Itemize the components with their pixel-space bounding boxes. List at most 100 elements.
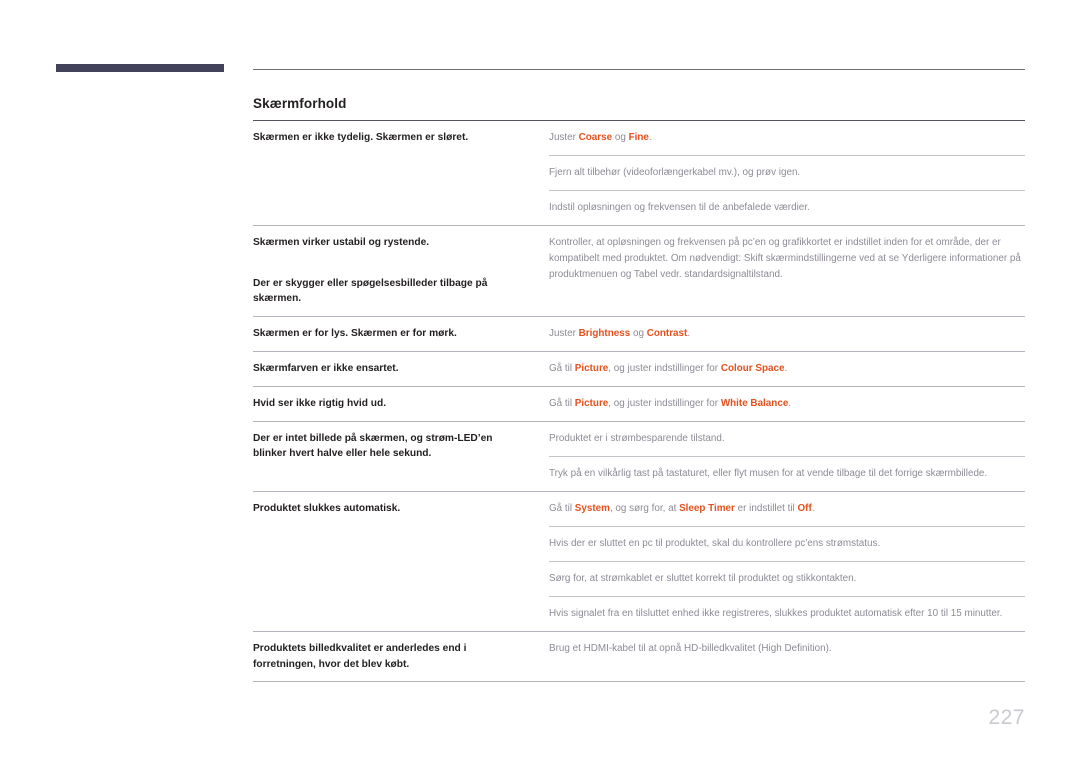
remedy-cell: Gå til Picture, og juster indstillinger … [549,350,1025,387]
symptom-text: Der er intet billede på skærmen, og strø… [253,432,493,460]
remedy-cell: Gå til Picture, og juster indstillinger … [549,385,1025,422]
table-row: Der er intet billede på skærmen, og strø… [253,420,1025,492]
remedy-text: Sørg for, at strømkablet er sluttet korr… [549,560,1025,597]
remedy-text: Juster Coarse og Fine. [549,121,1025,156]
remedy-text-run: Brug et HDMI-kabel til at opnå HD-billed… [549,643,832,655]
remedy-text: Gå til Picture, og juster indstillinger … [549,352,1025,386]
table-row: Hvid ser ikke rigtig hvid ud. Gå til Pict… [253,385,1025,422]
remedy-text: Kontroller, at opløsningen og frekvensen… [549,226,1025,292]
remedy-row: Kontroller, at opløsningen og frekvensen… [549,226,1025,292]
remedy-text: Indstil opløsningen og frekvensen til de… [549,190,1025,226]
symptom-text: Skærmen er ikke tydelig. Skærmen er slør… [253,132,469,143]
remedy-text-run: . [788,397,792,409]
symptom-text: Produktet slukkes automatisk. [253,502,401,514]
remedy-cell: Juster Coarse og Fine. Fjern alt tilbehør… [549,121,1025,226]
symptom-cell: Skærmfarven er ikke ensartet. [253,350,549,387]
remedy-row: Sørg for, at strømkablet er sluttet korr… [549,560,1025,597]
menu-term: Picture [574,397,609,409]
remedy-text-run: Gå til [549,362,575,374]
remedy-cell: Gå til System, og sørg for, at Sleep Tim… [549,490,1025,632]
menu-term: System [574,502,610,514]
remedy-list: Juster Coarse og Fine. Fjern alt tilbehør… [549,121,1025,226]
remedy-text-run: Juster [549,132,579,143]
symptom-text: Skærmen er for lys. Skærmen er for mørk. [253,327,457,339]
menu-term: Contrast [646,327,688,339]
remedy-text-run: Sørg for, at strømkablet er sluttet korr… [549,572,857,584]
remedy-text-run: . [811,502,815,514]
remedy-text-run: Fjern alt tilbehør (videoforlængerkabel … [549,167,801,179]
remedy-row: Hvis signalet fra en tilsluttet enhed ik… [549,596,1025,632]
symptom-cell: Skærmen er ikke tydelig. Skærmen er slør… [253,121,549,226]
remedy-text: Gå til Picture, og juster indstillinger … [549,387,1025,421]
remedy-row: Brug et HDMI-kabel til at opnå HD-billed… [549,632,1025,666]
remedy-list: Gå til System, og sørg for, at Sleep Tim… [549,492,1025,632]
remedy-list: Gå til Picture, og juster indstillinger … [549,352,1025,386]
remedy-list: Juster Brightness og Contrast. [549,317,1025,351]
remedy-text-run: , og juster indstillinger for [608,397,721,409]
remedy-text: Hvis signalet fra en tilsluttet enhed ik… [549,596,1025,632]
table-row: Skærmen er for lys. Skærmen er for mørk.… [253,315,1025,352]
menu-term: Fine [628,132,649,143]
menu-term: Picture [574,362,609,374]
symptom-cell: Produktets billedkvalitet er anderledes … [253,631,549,682]
remedy-row: Gå til Picture, og juster indstillinger … [549,387,1025,421]
remedy-text-run: , og sørg for, at [609,502,680,514]
menu-term: Coarse [578,132,613,143]
remedy-text-run: og [612,132,629,143]
remedy-text-run: . [784,362,788,374]
symptom-cell: Skærmen virker ustabil og rystende. Der e… [253,225,549,317]
remedy-text-run: . [648,132,652,143]
symptom-cell: Skærmen er for lys. Skærmen er for mørk. [253,315,549,352]
symptom-cell: Der er intet billede på skærmen, og strø… [253,420,549,492]
remedy-text: Brug et HDMI-kabel til at opnå HD-billed… [549,632,1025,666]
remedy-text-run: Gå til [549,397,575,409]
remedy-text-run: og [630,327,647,339]
remedy-text: Hvis der er sluttet en pc til produktet,… [549,525,1025,562]
remedy-text: Fjern alt tilbehør (videoforlængerkabel … [549,155,1025,191]
page-content: Skærmforhold Skærmen er ikke tydelig. Sk… [253,0,1025,683]
page-title: Skærmforhold [253,96,347,111]
symptom-text: Der er skygger eller spøgelsesbilleder t… [253,277,488,305]
menu-term: White Balance [720,397,789,409]
table-row: Skærmfarven er ikke ensartet. Gå til Pict… [253,350,1025,387]
table-row: Skærmen virker ustabil og rystende. Der e… [253,225,1025,317]
remedy-text-run: er indstillet til [734,502,798,514]
remedy-row: Indstil opløsningen og frekvensen til de… [549,190,1025,226]
remedy-list: Gå til Picture, og juster indstillinger … [549,387,1025,421]
remedy-text-run: Gå til [549,502,575,514]
remedy-cell: Produktet er i strømbesparende tilstand.… [549,420,1025,492]
remedy-text-run: Hvis signalet fra en tilsluttet enhed ik… [549,608,1003,620]
header-rule [253,69,1025,70]
menu-term: Colour Space [720,362,785,374]
remedy-row: Tryk på en vilkårlig tast på tastaturet,… [549,455,1025,491]
remedy-text-run: Tryk på en vilkårlig tast på tastaturet,… [549,467,988,479]
remedy-row: Fjern alt tilbehør (videoforlængerkabel … [549,155,1025,191]
remedy-text: Produktet er i strømbesparende tilstand. [549,422,1025,457]
remedy-text-run: Juster [549,327,579,339]
table-row: Produktets billedkvalitet er anderledes … [253,631,1025,682]
troubleshooting-table: Skærmen er ikke tydelig. Skærmen er slør… [253,121,1025,682]
table-bottom-rule [253,681,1025,683]
symptom-cell: Hvid ser ikke rigtig hvid ud. [253,385,549,422]
symptom-text: Skærmfarven er ikke ensartet. [253,362,399,374]
remedy-text: Tryk på en vilkårlig tast på tastaturet,… [549,455,1025,491]
remedy-text-run: Indstil opløsningen og frekvensen til de… [549,202,810,214]
remedy-cell: Juster Brightness og Contrast. [549,315,1025,352]
remedy-list: Brug et HDMI-kabel til at opnå HD-billed… [549,632,1025,666]
remedy-row: Juster Coarse og Fine. [549,121,1025,156]
menu-term: Sleep Timer [679,502,735,514]
remedy-text-run: . [687,327,691,339]
remedy-row: Gå til Picture, og juster indstillinger … [549,352,1025,386]
menu-term: Brightness [578,327,631,339]
remedy-text-run: Kontroller, at opløsningen og frekvensen… [549,237,1021,281]
corner-decoration-bar [56,64,224,72]
remedy-row: Hvis der er sluttet en pc til produktet,… [549,525,1025,562]
page-number: 227 [988,706,1025,729]
symptom-text: Produktets billedkvalitet er anderledes … [253,643,467,670]
remedy-text-run: Produktet er i strømbesparende tilstand. [549,432,725,444]
symptom-cell: Produktet slukkes automatisk. [253,490,549,632]
menu-term: Off [797,502,812,514]
remedy-row: Juster Brightness og Contrast. [549,317,1025,351]
remedy-row: Gå til System, og sørg for, at Sleep Tim… [549,492,1025,527]
remedy-text: Juster Brightness og Contrast. [549,317,1025,351]
